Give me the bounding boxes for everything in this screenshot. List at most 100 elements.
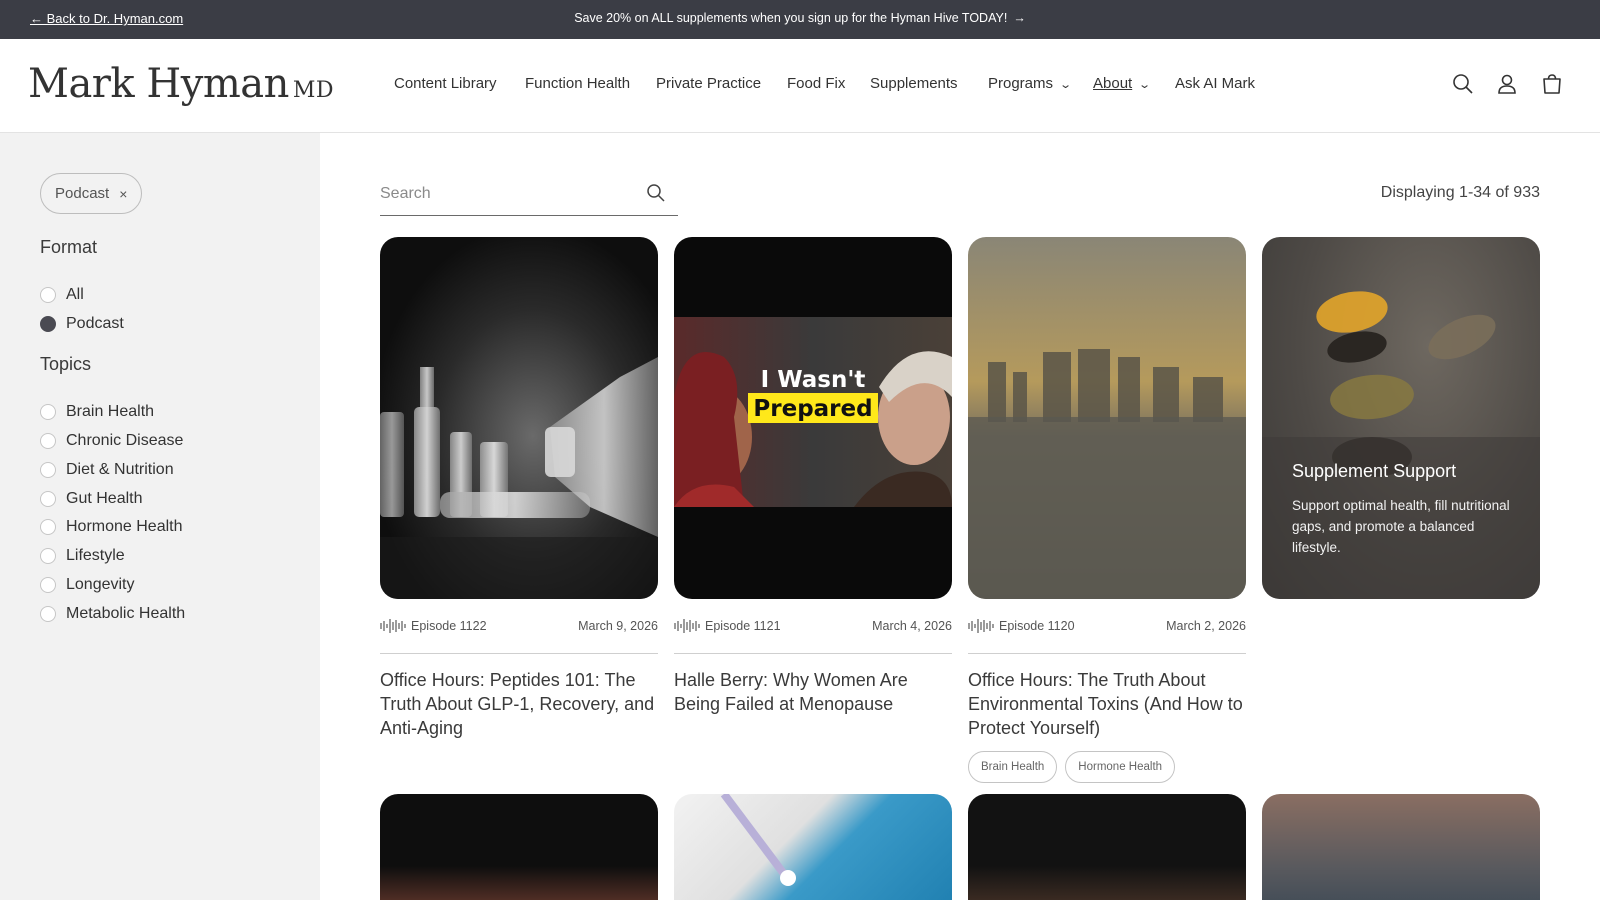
format-option-podcast[interactable]: Podcast [40, 315, 124, 333]
episode-meta: Episode 1122 March 9, 2026 [380, 616, 658, 640]
topic-brain-health[interactable]: Brain Health [40, 403, 154, 421]
episode-date: March 2, 2026 [1166, 619, 1246, 633]
search-box [380, 172, 678, 216]
search-icon[interactable] [1452, 73, 1474, 95]
topic-gut-health[interactable]: Gut Health [40, 490, 142, 508]
nav-label: Private Practice [656, 75, 762, 92]
topics-heading: Topics [40, 354, 92, 374]
logo-name: Mark Hyman [28, 61, 289, 107]
episode-thumbnail-city-smog[interactable] [968, 237, 1246, 599]
nav-ask-ai-mark[interactable]: Ask AI Mark [1175, 75, 1255, 92]
audio-wave-icon [968, 619, 994, 633]
nav-label: About [1093, 75, 1133, 92]
tag-brain-health[interactable]: Brain Health [968, 751, 1058, 783]
promo-banner[interactable]: Save 20% on ALL supplements when you sig… [0, 11, 1600, 25]
tag-hormone-health[interactable]: Hormone Health [1065, 751, 1176, 783]
topic-metabolic-health[interactable]: Metabolic Health [40, 605, 185, 623]
option-label: Metabolic Health [66, 605, 186, 622]
topic-longevity[interactable]: Longevity [40, 576, 135, 594]
format-heading: Format [40, 237, 98, 257]
option-label: Chronic Disease [66, 432, 184, 449]
topic-diet-nutrition[interactable]: Diet & Nutrition [40, 461, 174, 479]
episode-title[interactable]: Halle Berry: Why Women Are Being Failed … [674, 668, 952, 716]
divider [674, 653, 952, 654]
announcement-bar: ← Back to Dr. Hyman.com Save 20% on ALL … [0, 0, 1600, 39]
search-input[interactable] [380, 182, 630, 206]
radio-button[interactable] [40, 577, 56, 593]
nav-label: Content Library [394, 75, 497, 92]
chevron-down-icon: ⌄ [1138, 79, 1152, 91]
option-label: Lifestyle [66, 547, 125, 564]
episode-number: Episode 1120 [999, 619, 1075, 633]
episode-number: Episode 1121 [705, 619, 781, 633]
thumb-text-line2: Prepared [753, 396, 872, 422]
guest-image: I Wasn't Prepared [674, 317, 952, 507]
nav-label: Ask AI Mark [1175, 75, 1256, 92]
episode-date: March 4, 2026 [872, 619, 952, 633]
skyline-image [968, 349, 1246, 599]
episode-thumbnail-halle-berry[interactable]: I Wasn't Prepared [674, 237, 952, 599]
episode-date: March 9, 2026 [578, 619, 658, 633]
results-count: Displaying 1-34 of 933 [1380, 184, 1540, 201]
nav-label: Supplements [870, 75, 958, 92]
option-label: All [66, 286, 84, 303]
nav-label: Food Fix [787, 75, 846, 92]
option-label: Brain Health [66, 403, 155, 420]
episode-thumbnail-row2-2[interactable] [674, 794, 952, 900]
nav-content-library[interactable]: Content Library [394, 75, 497, 92]
active-filter-chip[interactable]: Podcast × [40, 173, 143, 214]
episode-title[interactable]: Office Hours: Peptides 101: The Truth Ab… [380, 668, 658, 740]
format-option-all[interactable]: All [40, 286, 84, 304]
radio-button[interactable] [40, 433, 56, 449]
filter-sidebar: Podcast × Format All Podcast Topics Brai… [0, 133, 320, 900]
vials-image [380, 357, 658, 599]
radio-button[interactable] [40, 404, 56, 420]
episode-number: Episode 1122 [411, 619, 487, 633]
divider [380, 653, 658, 654]
promo-title: Supplement Support [1292, 461, 1457, 481]
account-icon[interactable] [1496, 73, 1518, 95]
thumb-text-line1: I Wasn't [761, 367, 866, 393]
search-icon[interactable] [646, 183, 666, 208]
radio-button[interactable] [40, 316, 56, 332]
episode-thumbnail-row2-3[interactable] [968, 794, 1246, 900]
topic-tags: Brain Health Hormone Health [968, 751, 1176, 783]
episode-thumbnail-row2-4[interactable] [1262, 794, 1540, 900]
radio-button[interactable] [40, 287, 56, 303]
logo[interactable]: Mark Hyman MD [28, 61, 334, 107]
chip-label: Podcast [55, 185, 110, 202]
nav-label: Programs [988, 75, 1054, 92]
nav-private-practice[interactable]: Private Practice [656, 75, 761, 92]
nav-programs[interactable]: Programs ⌄ [988, 75, 1072, 92]
close-icon[interactable]: × [119, 186, 127, 202]
episode-title[interactable]: Office Hours: The Truth About Environmen… [968, 668, 1246, 740]
episode-thumbnail-vials[interactable] [380, 237, 658, 599]
radio-button[interactable] [40, 462, 56, 478]
promo-text: Save 20% on ALL supplements when you sig… [574, 11, 1008, 25]
topic-lifestyle[interactable]: Lifestyle [40, 547, 125, 565]
nav-supplements[interactable]: Supplements [870, 75, 958, 92]
radio-button[interactable] [40, 606, 56, 622]
nav-label: Function Health [525, 75, 631, 92]
nav-function-health[interactable]: Function Health [525, 75, 630, 92]
episode-meta: Episode 1120 March 2, 2026 [968, 616, 1246, 640]
radio-button[interactable] [40, 491, 56, 507]
option-label: Diet & Nutrition [66, 461, 174, 478]
topic-hormone-health[interactable]: Hormone Health [40, 518, 183, 536]
lab-pipette-image [720, 794, 796, 886]
radio-button[interactable] [40, 519, 56, 535]
option-label: Podcast [66, 315, 124, 332]
supplement-promo-image[interactable]: Supplement Support Support optimal healt… [1262, 237, 1540, 599]
arrow-right-icon: → [1013, 11, 1026, 25]
topic-chronic-disease[interactable]: Chronic Disease [40, 432, 183, 450]
nav-food-fix[interactable]: Food Fix [787, 75, 845, 92]
option-label: Longevity [66, 576, 135, 593]
divider [968, 653, 1246, 654]
cart-icon[interactable] [1541, 73, 1563, 95]
radio-button[interactable] [40, 548, 56, 564]
site-header: Mark Hyman MD Content Library Function He… [0, 39, 1600, 133]
audio-wave-icon [380, 619, 406, 633]
episode-thumbnail-row2-1[interactable] [380, 794, 658, 900]
audio-wave-icon [674, 619, 700, 633]
nav-about[interactable]: About ⌄ [1093, 75, 1152, 92]
